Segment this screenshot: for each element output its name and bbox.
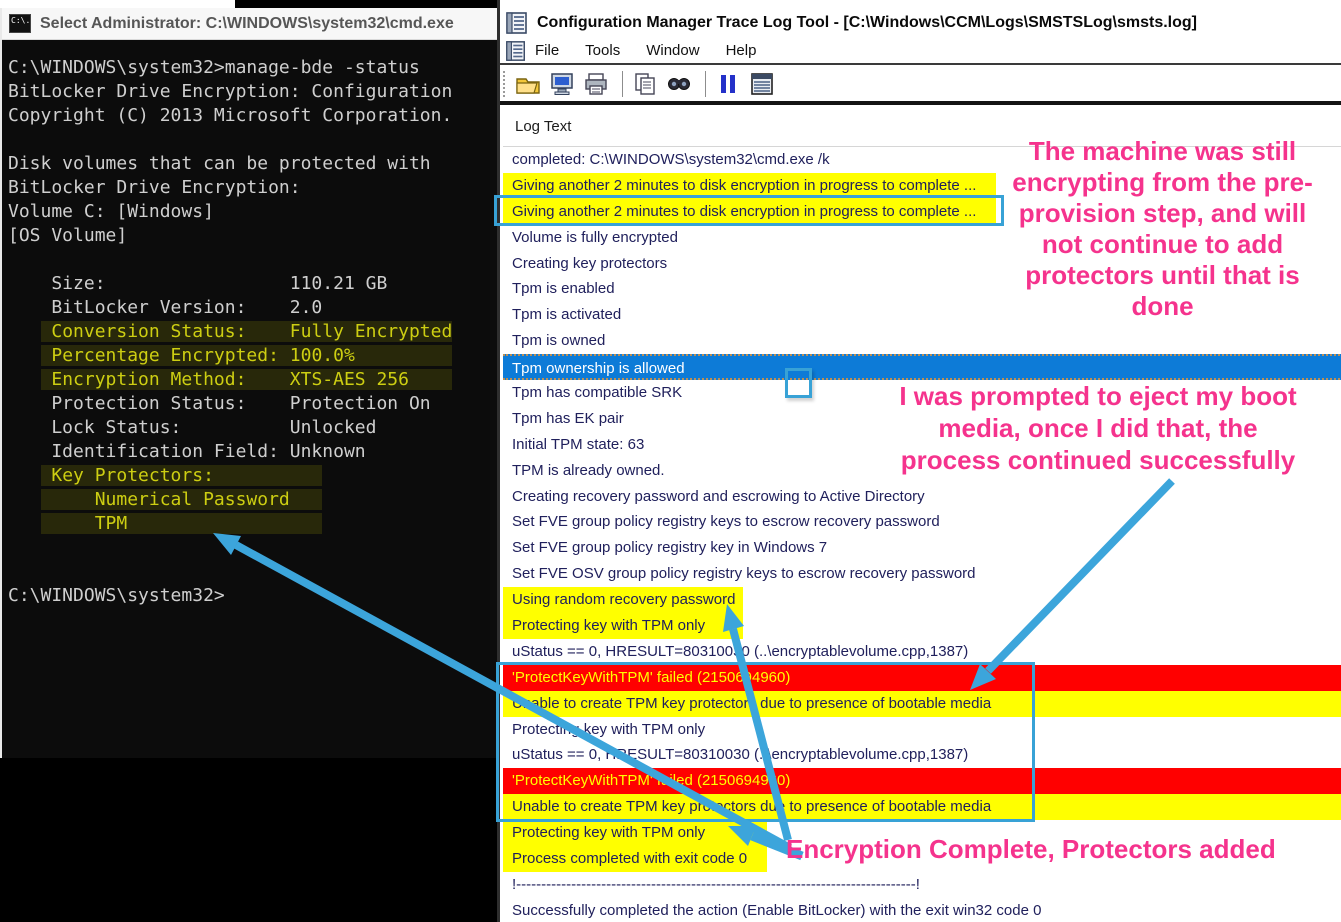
log-row[interactable]: Tpm ownership is allowed bbox=[503, 354, 1341, 380]
loglist-icon[interactable] bbox=[747, 70, 777, 98]
cmd-highlighted-text: Conversion Status: Fully Encrypted bbox=[41, 321, 453, 342]
cmtrace-menubar: File Tools Window Help bbox=[500, 38, 1341, 65]
computer-icon[interactable] bbox=[547, 70, 577, 98]
document-icon bbox=[505, 40, 527, 62]
annotation-encryption-complete: Encryption Complete, Protectors added bbox=[786, 834, 1331, 864]
cmd-terminal-output[interactable]: C:\WINDOWS\system32>manage-bde -status B… bbox=[2, 40, 497, 758]
log-row-text: Creating key protectors bbox=[503, 251, 667, 277]
cmd-window-title: Select Administrator: C:\WINDOWS\system3… bbox=[40, 15, 454, 33]
log-row-text: uStatus == 0, HRESULT=80310030 (..\encry… bbox=[503, 639, 968, 665]
highlight-box-error-rows bbox=[496, 662, 1035, 822]
highlight-box-small bbox=[785, 368, 812, 398]
log-row-text: Tpm is activated bbox=[503, 302, 621, 328]
highlight-box-giving-row bbox=[494, 195, 1004, 226]
log-row[interactable]: Set FVE group policy registry keys to es… bbox=[503, 509, 1341, 535]
log-row-text: !---------------------------------------… bbox=[503, 872, 920, 898]
log-row-text: Using random recovery password bbox=[503, 587, 743, 613]
log-row-text: Set FVE group policy registry keys to es… bbox=[503, 509, 940, 535]
cmtrace-toolbar bbox=[500, 67, 1341, 105]
log-row[interactable]: Set FVE OSV group policy registry keys t… bbox=[503, 561, 1341, 587]
cmd-highlighted-text: TPM bbox=[41, 513, 323, 534]
open-icon[interactable] bbox=[513, 70, 543, 98]
log-row-text: Process completed with exit code 0 bbox=[503, 846, 767, 872]
log-row[interactable]: Set FVE group policy registry key in Win… bbox=[503, 535, 1341, 561]
desktop-black-area bbox=[0, 758, 497, 922]
toolbar-separator bbox=[705, 71, 706, 97]
log-row-text: Creating recovery password and escrowing… bbox=[503, 484, 925, 510]
log-row[interactable]: Successfully completed the action (Enabl… bbox=[503, 898, 1341, 922]
log-row[interactable]: Using random recovery password bbox=[503, 587, 1341, 613]
toolbar-separator bbox=[622, 71, 623, 97]
log-row-text: completed: C:\WINDOWS\system32\cmd.exe /… bbox=[503, 147, 830, 173]
log-row[interactable]: Protecting key with TPM only bbox=[503, 613, 1341, 639]
cmd-titlebar: C:\. Select Administrator: C:\WINDOWS\sy… bbox=[2, 8, 497, 40]
cmd-highlighted-text: Encryption Method: XTS-AES 256 bbox=[41, 369, 453, 390]
log-row-text: Tpm is owned bbox=[503, 328, 605, 354]
cmtrace-app-icon bbox=[505, 11, 529, 35]
cmtrace-titlebar: Configuration Manager Trace Log Tool - [… bbox=[500, 8, 1341, 38]
log-row-text: Protecting key with TPM only bbox=[503, 820, 767, 846]
cmd-highlighted-text: Numerical Password bbox=[41, 489, 323, 510]
pause-icon[interactable] bbox=[713, 70, 743, 98]
annotation-still-encrypting: The machine was still encrypting from th… bbox=[990, 136, 1335, 322]
log-row[interactable]: uStatus == 0, HRESULT=80310030 (..\encry… bbox=[503, 639, 1341, 665]
log-row-text: Tpm has EK pair bbox=[503, 406, 624, 432]
log-row[interactable]: Tpm is owned bbox=[503, 328, 1341, 354]
log-row-text: Initial TPM state: 63 bbox=[503, 432, 644, 458]
copy-icon[interactable] bbox=[630, 70, 660, 98]
toolbar-gripper[interactable] bbox=[503, 71, 507, 97]
cmd-window: C:\. Select Administrator: C:\WINDOWS\sy… bbox=[0, 8, 497, 758]
log-row-text: Tpm has compatible SRK bbox=[503, 380, 682, 406]
annotation-eject-boot-media: I was prompted to eject my boot media, o… bbox=[858, 380, 1338, 476]
log-row-text: Set FVE OSV group policy registry keys t… bbox=[503, 561, 976, 587]
cmtrace-window-title: Configuration Manager Trace Log Tool - [… bbox=[537, 14, 1197, 32]
cmd-highlighted-text: Key Protectors: bbox=[41, 465, 323, 486]
menu-tools[interactable]: Tools bbox=[585, 42, 620, 59]
menu-file[interactable]: File bbox=[535, 42, 559, 59]
log-row-text: Tpm is enabled bbox=[503, 276, 615, 302]
log-row-text: Tpm ownership is allowed bbox=[503, 356, 685, 378]
cmd-output-text: C:\WINDOWS\system32>manage-bde -status B… bbox=[2, 40, 497, 608]
log-row-text: Volume is fully encrypted bbox=[503, 225, 678, 251]
log-row[interactable]: !---------------------------------------… bbox=[503, 872, 1341, 898]
log-row-text: TPM is already owned. bbox=[503, 458, 665, 484]
cmd-highlighted-text: Percentage Encrypted: 100.0% bbox=[41, 345, 453, 366]
find-icon[interactable] bbox=[664, 70, 694, 98]
log-row-text: Set FVE group policy registry key in Win… bbox=[503, 535, 827, 561]
menu-window[interactable]: Window bbox=[646, 42, 699, 59]
cmd-icon: C:\. bbox=[9, 14, 31, 33]
menu-help[interactable]: Help bbox=[726, 42, 757, 59]
log-row-text: Successfully completed the action (Enabl… bbox=[503, 898, 1041, 922]
log-row-text: Protecting key with TPM only bbox=[503, 613, 743, 639]
log-row[interactable]: Creating recovery password and escrowing… bbox=[503, 484, 1341, 510]
print-icon[interactable] bbox=[581, 70, 611, 98]
